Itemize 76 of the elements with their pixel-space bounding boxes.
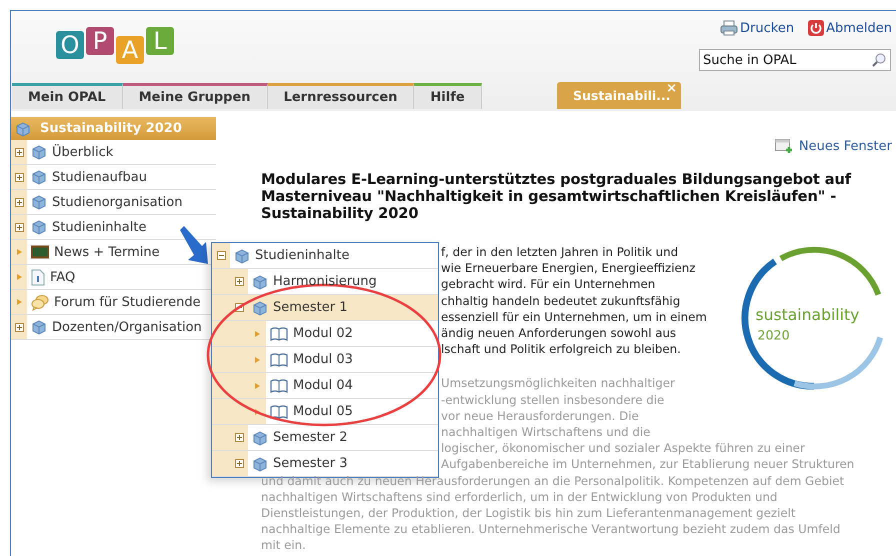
- tree-item[interactable]: Semester 1: [212, 295, 438, 321]
- power-icon: [808, 20, 824, 36]
- new-window-icon: [774, 139, 793, 154]
- search-field[interactable]: Suche in OPAL: [699, 49, 891, 71]
- new-window-link[interactable]: Neues Fenster: [798, 139, 892, 154]
- sidebar-item[interactable]: Studienaufbau: [11, 165, 216, 190]
- sidebar-item[interactable]: Studienorganisation: [11, 190, 216, 215]
- paragraph-line: ändig neuen Anforderungen sowohl aus: [441, 326, 676, 340]
- collapse-icon[interactable]: [216, 251, 226, 260]
- paragraph-line: mit ein.: [261, 538, 306, 552]
- logo-letter: O: [56, 31, 84, 59]
- paragraph-line: logischer, ökonomischer und sozialer Aspekte führen zu einer: [441, 441, 805, 456]
- logo-letter: P: [86, 27, 114, 55]
- book-icon: [270, 326, 288, 342]
- expand-icon[interactable]: [14, 198, 24, 206]
- paragraph-line: nachhaltigen Wirtschaftens und die: [441, 425, 650, 440]
- tree-item[interactable]: Modul 05: [212, 399, 438, 425]
- paragraph-line: -entwicklung stellen insbesondere die: [441, 392, 664, 407]
- sidebar-item[interactable]: Überblick: [11, 140, 216, 165]
- cube-icon: [252, 300, 268, 316]
- cube-icon: [252, 456, 268, 472]
- printer-icon: [720, 20, 738, 36]
- tree-item[interactable]: Harmonisierung: [212, 269, 438, 295]
- speech-bubbles-icon: [31, 294, 49, 310]
- cube-icon: [31, 144, 47, 160]
- sustainability-logo: sustainability 2020: [736, 240, 892, 396]
- document-icon: [31, 268, 45, 286]
- tree-item[interactable]: Studieninhalte: [212, 243, 438, 269]
- sidebar-item[interactable]: Studieninhalte: [11, 215, 216, 240]
- tree-item[interactable]: Modul 02: [212, 321, 438, 347]
- paragraph-line: chhaltig handeln bedeutet zukunftsfähig: [441, 294, 680, 308]
- cube-icon: [31, 319, 47, 335]
- book-icon: [270, 404, 288, 420]
- arrow-icon[interactable]: [254, 408, 260, 414]
- logout-link[interactable]: Abmelden: [808, 20, 892, 36]
- page-heading: Modulares E-Learning-unterstütztes postgraduales Bildungsangebot auf Masterniveau "Nachhaltigkeit in gesamtwirtschaftlichen Kreisläufen" - Sustainability 2020: [261, 171, 852, 222]
- paragraph-line: nachhaltigen Wirtschaftens sind erforderlich, um in der Entwicklung von Produkten und: [261, 490, 778, 504]
- book-icon: [270, 352, 288, 368]
- expand-icon[interactable]: [14, 172, 24, 182]
- nav-tab[interactable]: Lernressourcen: [268, 83, 414, 109]
- paragraph-line: vor neue Herausforderungen. Die: [441, 408, 639, 423]
- cube-icon: [31, 194, 47, 210]
- paragraph-line: nachhaltige Elemente zu etablieren. Unternehmerische Verantwortung bezieht zudem das Umfeld: [261, 522, 840, 536]
- expand-icon[interactable]: [234, 459, 244, 468]
- paragraph-line: Umsetzungsmöglichkeiten nachhaltiger: [441, 376, 675, 390]
- cube-icon: [31, 169, 47, 185]
- paragraph-line: Dienstleistungen, der Produktion, der Logistik bis hin zum Lieferantenmanagement gezielt: [261, 506, 796, 520]
- book-icon: [270, 378, 288, 394]
- nav-tab[interactable]: Mein OPAL: [12, 83, 123, 109]
- expand-icon[interactable]: [234, 277, 244, 286]
- search-icon[interactable]: [871, 52, 887, 68]
- paragraph-line: f, der in den letzten Jahren in Politik und: [441, 245, 678, 259]
- cube-icon: [31, 219, 47, 235]
- tree-item[interactable]: Semester 3: [212, 451, 438, 477]
- expand-icon[interactable]: [14, 322, 24, 332]
- board-icon: [31, 245, 49, 259]
- cube-icon: [234, 248, 250, 264]
- tree-item[interactable]: Modul 03: [212, 347, 438, 373]
- logo-letter: L: [146, 27, 174, 55]
- tree-item[interactable]: Semester 2: [212, 425, 438, 451]
- paragraph-line: Aufgabenbereiche im Unternehmen, zur Etablierung neuer Strukturen: [441, 457, 854, 472]
- nav-tab[interactable]: Hilfe: [414, 83, 482, 109]
- cube-icon: [252, 430, 268, 446]
- paragraph-line: lschaft und Politik erfolgreich zu bleiben.: [441, 342, 681, 356]
- paragraph-line: gebracht wird. Für ein Unternehmen: [441, 277, 656, 292]
- tree-item[interactable]: Modul 04: [212, 373, 438, 399]
- cube-icon: [15, 120, 31, 136]
- expand-icon[interactable]: [14, 148, 24, 156]
- logo-letter: A: [116, 36, 144, 64]
- expand-icon[interactable]: [14, 222, 24, 232]
- expand-icon[interactable]: [234, 433, 244, 442]
- nav-tab[interactable]: Meine Gruppen: [122, 83, 268, 109]
- cube-icon: [252, 274, 268, 290]
- paragraph-line: essenziell für ein Unternehmen, um in einem: [441, 310, 707, 324]
- paragraph-line: wie Erneuerbare Energien, Energieeffizienz: [441, 261, 696, 276]
- print-link[interactable]: Drucken: [720, 20, 794, 36]
